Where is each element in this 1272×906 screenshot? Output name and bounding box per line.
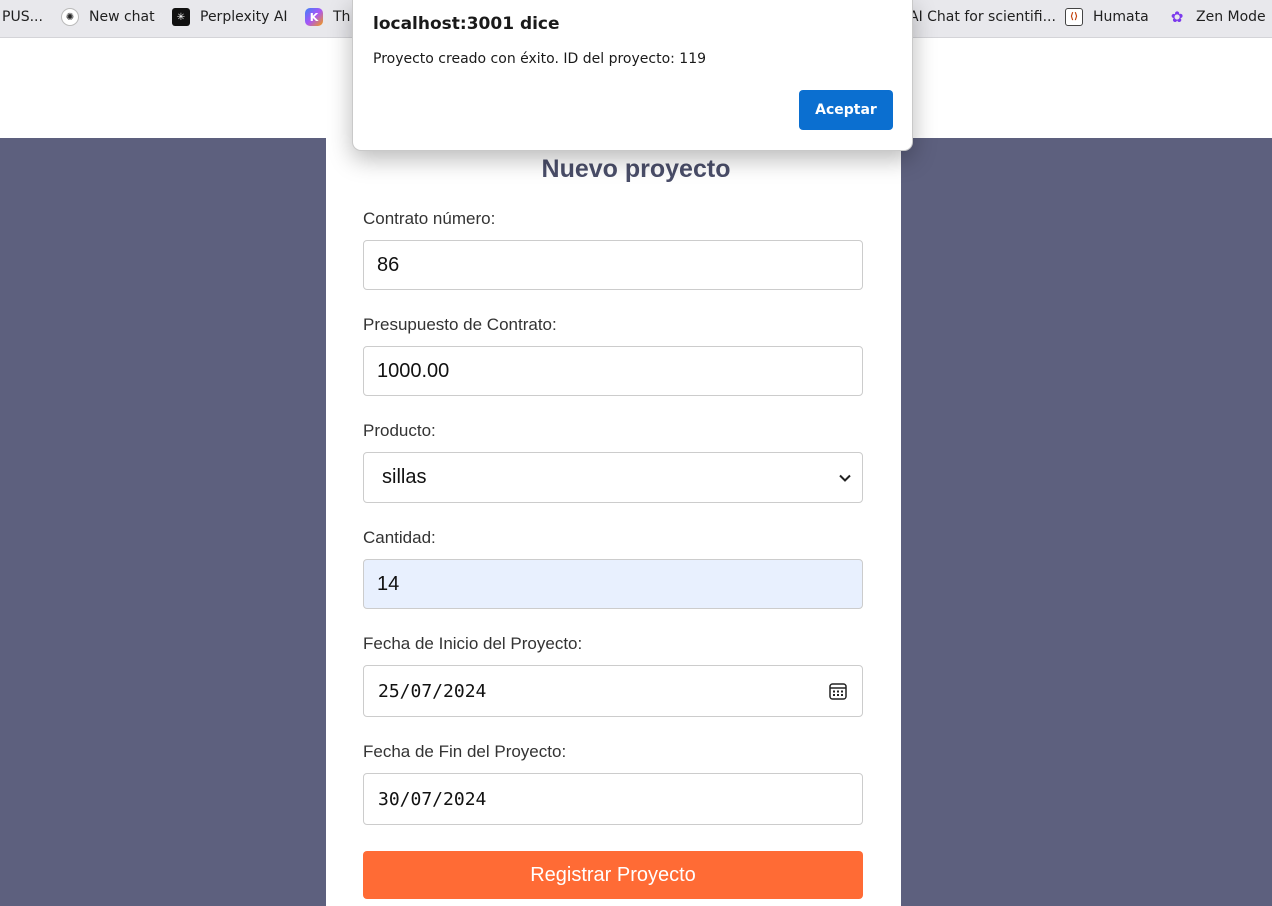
- bookmark-label: Humata: [1093, 9, 1149, 25]
- contract-budget-label: Presupuesto de Contrato:: [363, 315, 557, 334]
- bookmark-zen-mode[interactable]: ✿ Zen Mode: [1168, 0, 1266, 34]
- bookmark-ai-chat[interactable]: AI Chat for scientifi...: [909, 0, 1056, 34]
- start-date-value: 25/07/2024: [378, 680, 487, 702]
- end-date-input[interactable]: 30/07/2024: [363, 773, 863, 825]
- bookmark-item[interactable]: K Th: [305, 0, 350, 34]
- dialog-title: localhost:3001 dice: [373, 14, 560, 34]
- bookmark-label: Zen Mode: [1196, 9, 1266, 25]
- bookmark-item[interactable]: PUS...: [2, 0, 43, 34]
- product-label: Producto:: [363, 421, 436, 440]
- contract-number-label: Contrato número:: [363, 209, 496, 228]
- bookmark-label: New chat: [89, 9, 155, 25]
- dialog-message: Proyecto creado con éxito. ID del proyec…: [373, 51, 707, 67]
- bookmark-label: Th: [333, 9, 351, 25]
- bookmark-humata[interactable]: ⟨⟩ Humata: [1065, 0, 1149, 34]
- quantity-input[interactable]: 14: [363, 559, 863, 609]
- end-date-label: Fecha de Fin del Proyecto:: [363, 742, 567, 761]
- zen-icon: ✿: [1170, 8, 1184, 26]
- chevron-down-icon: [839, 474, 851, 482]
- bookmark-new-chat[interactable]: ✺ New chat: [61, 0, 155, 34]
- quantity-value: 14: [377, 572, 400, 595]
- contract-number-value: 86: [377, 253, 400, 276]
- register-project-button[interactable]: Registrar Proyecto: [363, 851, 863, 899]
- contract-budget-value: 1000.00: [377, 359, 450, 382]
- contract-number-input[interactable]: 86: [363, 240, 863, 290]
- alert-dialog: localhost:3001 dice Proyecto creado con …: [352, 0, 913, 151]
- contract-budget-input[interactable]: 1000.00: [363, 346, 863, 396]
- bookmark-label: Perplexity AI: [200, 9, 288, 25]
- app-icon: K: [305, 8, 323, 26]
- start-date-label: Fecha de Inicio del Proyecto:: [363, 634, 583, 653]
- bookmark-label: AI Chat for scientifi...: [909, 9, 1056, 25]
- quantity-label: Cantidad:: [363, 528, 436, 547]
- calendar-icon[interactable]: [828, 681, 848, 701]
- bookmark-label: PUS...: [2, 9, 43, 25]
- perplexity-icon: ✳: [172, 8, 190, 26]
- humata-icon: ⟨⟩: [1065, 8, 1083, 26]
- openai-icon: ✺: [61, 8, 79, 26]
- form-title: Nuevo proyecto: [541, 155, 731, 183]
- end-date-value: 30/07/2024: [378, 788, 487, 810]
- product-select[interactable]: sillas: [363, 452, 863, 503]
- bookmark-perplexity[interactable]: ✳ Perplexity AI: [172, 0, 288, 34]
- accept-button[interactable]: Aceptar: [799, 90, 893, 130]
- product-value: sillas: [382, 466, 427, 488]
- start-date-input[interactable]: 25/07/2024: [363, 665, 863, 717]
